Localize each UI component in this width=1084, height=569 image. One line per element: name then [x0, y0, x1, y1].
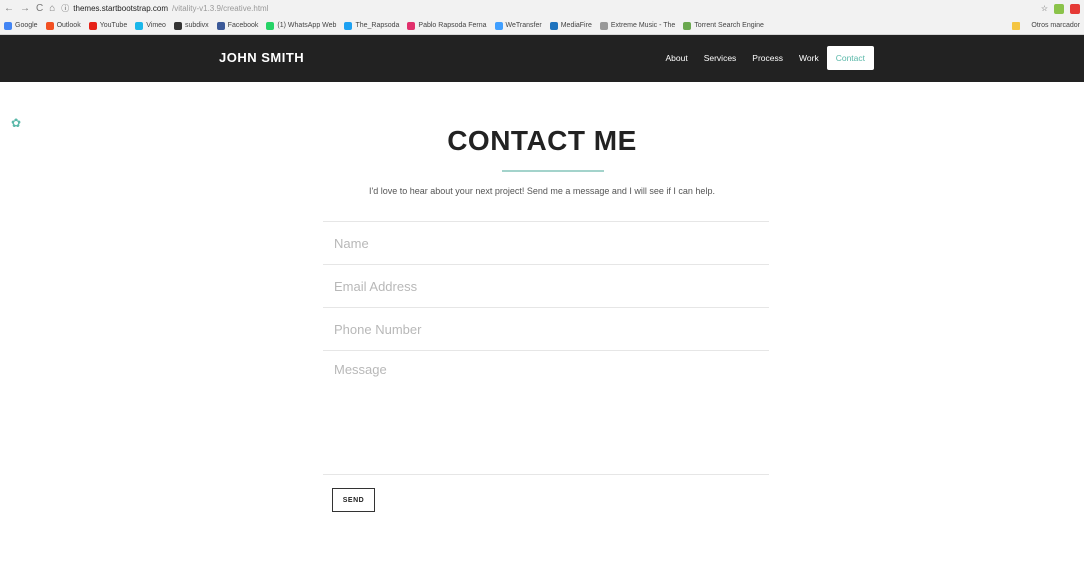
bookmark-item[interactable]: YouTube [88, 21, 128, 30]
bookmark-item[interactable]: Outlook [45, 21, 81, 30]
bookmark-label: Google [15, 22, 38, 29]
nav-item-contact[interactable]: Contact [826, 46, 874, 70]
nav-menu: About Services Process Work Contact [657, 46, 874, 70]
bookmark-icon [266, 21, 275, 30]
nav-item-about[interactable]: About [657, 46, 695, 70]
phone-input[interactable] [332, 320, 756, 338]
home-icon[interactable]: ⌂ [49, 3, 55, 14]
back-icon[interactable]: ← [4, 3, 14, 14]
bookmark-icon [88, 21, 97, 30]
name-input[interactable] [332, 234, 756, 252]
browser-chrome: ← → C ⌂ ⓘ themes.startbootstrap.com/vita… [0, 0, 1084, 35]
phone-field-row [323, 307, 769, 350]
browser-right-icons: ☆ [1041, 3, 1080, 14]
name-field-row [323, 221, 769, 264]
bookmark-label: Pablo Rapsoda Ferna [418, 22, 487, 29]
bookmark-item[interactable]: The_Rapsoda [344, 21, 400, 30]
bookmark-item[interactable]: (1) WhatsApp Web [266, 21, 337, 30]
bookmark-item[interactable]: Pablo Rapsoda Ferna [407, 21, 487, 30]
bookmark-icon [494, 21, 503, 30]
address-bar[interactable]: ⓘ themes.startbootstrap.com/vitality-v1.… [61, 3, 268, 14]
address-bar-row: ← → C ⌂ ⓘ themes.startbootstrap.com/vita… [0, 0, 1084, 17]
section-title: CONTACT ME [447, 125, 637, 156]
info-icon[interactable]: ⓘ [61, 3, 69, 14]
other-bookmarks[interactable]: Otros marcador [1012, 21, 1080, 30]
bookmark-icon [216, 21, 225, 30]
star-icon[interactable]: ☆ [1041, 4, 1048, 13]
nav-item-process[interactable]: Process [744, 46, 791, 70]
extension-icon[interactable] [1054, 3, 1064, 14]
send-button[interactable]: SEND [332, 488, 375, 512]
message-textarea[interactable] [332, 360, 756, 464]
bookmark-icon [344, 21, 353, 30]
forward-icon[interactable]: → [20, 3, 30, 14]
url-host: themes.startbootstrap.com [73, 4, 168, 13]
bookmark-icon [407, 21, 416, 30]
url-path: /vitality-v1.3.9/creative.html [172, 4, 269, 13]
bookmark-label: (1) WhatsApp Web [277, 22, 337, 29]
browser-nav-buttons: ← → C ⌂ [4, 3, 55, 14]
folder-icon [1012, 21, 1021, 30]
bookmark-item[interactable]: Facebook [216, 21, 259, 30]
bookmark-icon [683, 21, 692, 30]
reload-icon[interactable]: C [36, 3, 43, 14]
bookmark-item[interactable]: MediaFire [549, 21, 592, 30]
bookmark-item[interactable]: Extreme Music - The [599, 21, 676, 30]
bookmark-icon [173, 21, 182, 30]
bookmark-label: WeTransfer [505, 22, 542, 29]
message-field-row [323, 350, 769, 475]
bookmark-label: Vimeo [146, 22, 166, 29]
bookmark-icon [549, 21, 558, 30]
contact-form [323, 221, 769, 475]
bookmark-item[interactable]: subdivx [173, 21, 209, 30]
bookmark-label: The_Rapsoda [355, 22, 400, 29]
bookmark-label: Extreme Music - The [610, 22, 676, 29]
bookmark-item[interactable]: Google [4, 21, 38, 30]
bookmarks-bar: Google Outlook YouTube Vimeo subdivx Facebook… [0, 17, 1084, 34]
title-divider [502, 170, 604, 172]
nav-item-services[interactable]: Services [696, 46, 745, 70]
section-lead: I'd love to hear about your next project… [369, 186, 715, 196]
nav-item-work[interactable]: Work [791, 46, 827, 70]
bookmark-label: Facebook [227, 22, 259, 29]
bookmark-icon [599, 21, 608, 30]
brand-logo[interactable]: JOHN SMITH [219, 50, 304, 65]
extension-icon[interactable] [1070, 3, 1080, 14]
email-input[interactable] [332, 277, 756, 295]
bookmark-icon [4, 21, 12, 30]
bookmark-item[interactable]: WeTransfer [494, 21, 542, 30]
bookmark-item[interactable]: Torrent Search Engine [683, 21, 764, 30]
bookmark-label: YouTube [99, 22, 128, 29]
bookmark-label: MediaFire [560, 22, 592, 29]
bookmark-label: Torrent Search Engine [694, 22, 764, 29]
bookmark-label: Outlook [56, 22, 81, 29]
other-bookmarks-label: Otros marcador [1031, 22, 1080, 29]
site-navbar: JOHN SMITH About Services Process Work C… [0, 35, 1084, 82]
email-field-row [323, 264, 769, 307]
bookmark-icon [45, 21, 54, 30]
bookmark-item[interactable]: Vimeo [135, 21, 166, 30]
bookmark-icon [135, 21, 144, 30]
bookmark-label: subdivx [184, 22, 209, 29]
